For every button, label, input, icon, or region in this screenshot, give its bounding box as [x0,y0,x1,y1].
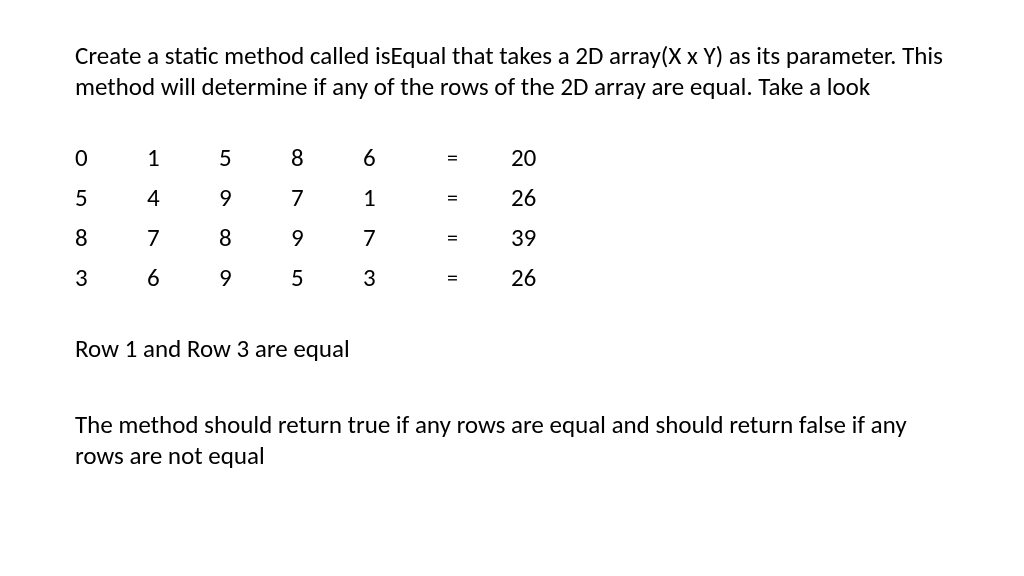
equals-sign: = [435,144,495,171]
table-row: 0 1 5 8 6 = 20 [75,138,949,178]
cell: 7 [147,222,219,253]
cell: 1 [363,182,435,213]
table-row: 8 7 8 9 7 = 39 [75,218,949,258]
cell: 8 [291,142,363,173]
equals-sign: = [435,184,495,211]
cell: 5 [75,182,147,213]
cell: 3 [363,262,435,293]
equals-sign: = [435,264,495,291]
cell: 6 [363,142,435,173]
cell: 5 [291,262,363,293]
cell: 9 [219,182,291,213]
table-row: 5 4 9 7 1 = 26 [75,178,949,218]
row-sum: 26 [495,262,567,293]
row-sum: 26 [495,182,567,213]
cell: 7 [291,182,363,213]
cell: 9 [291,222,363,253]
cell: 0 [75,142,147,173]
row-sum: 39 [495,222,567,253]
cell: 6 [147,262,219,293]
cell: 8 [75,222,147,253]
table-row: 3 6 9 5 3 = 26 [75,258,949,298]
cell: 9 [219,262,291,293]
cell: 8 [219,222,291,253]
intro-paragraph: Create a static method called isEqual th… [75,40,949,103]
row-sum: 20 [495,142,567,173]
array-table: 0 1 5 8 6 = 20 5 4 9 7 1 = 26 8 7 8 9 7 … [75,138,949,298]
observation-text: Row 1 and Row 3 are equal [75,333,949,364]
cell: 7 [363,222,435,253]
cell: 4 [147,182,219,213]
cell: 5 [219,142,291,173]
conclusion-text: The method should return true if any row… [75,409,949,472]
equals-sign: = [435,224,495,251]
cell: 3 [75,262,147,293]
cell: 1 [147,142,219,173]
